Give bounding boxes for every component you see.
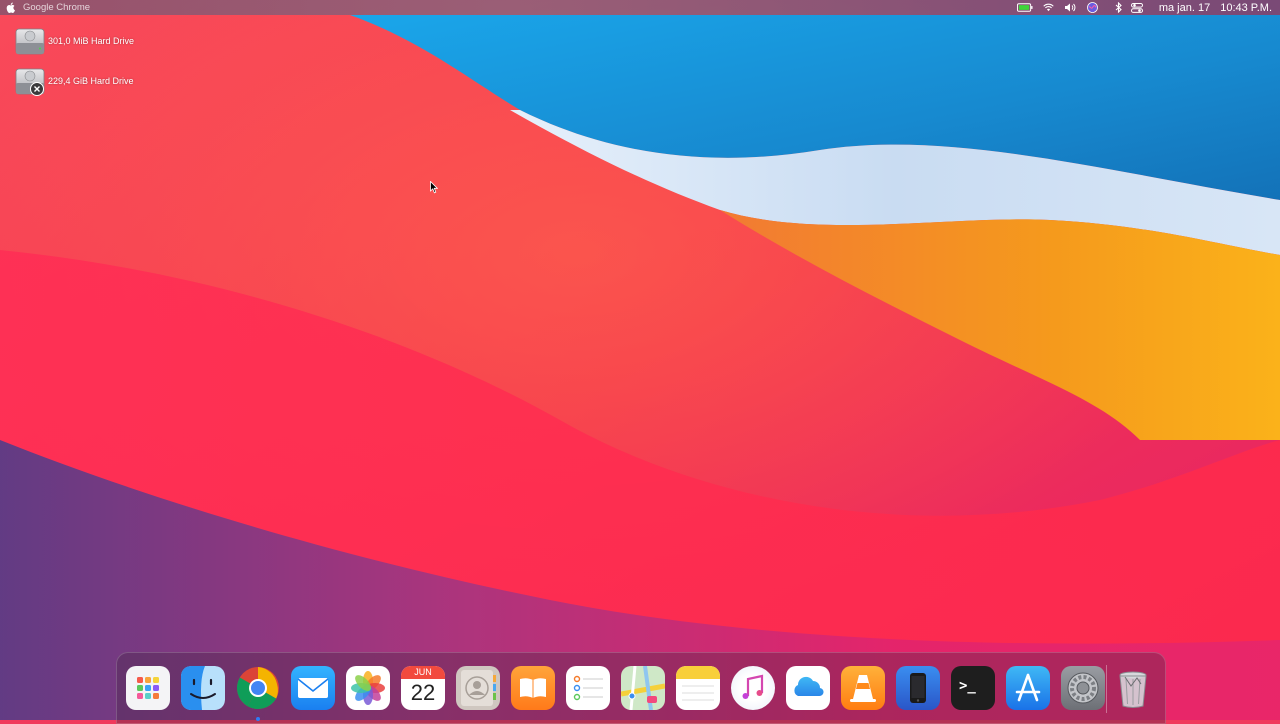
chrome-icon — [236, 667, 279, 710]
dock: JUN 22 >_ — [116, 652, 1166, 724]
dock-contacts[interactable] — [456, 666, 500, 710]
cloud-icon — [794, 676, 824, 697]
mail-icon — [297, 678, 329, 698]
menubar-date[interactable]: ma jan. 17 — [1159, 2, 1210, 14]
dock-photos[interactable] — [346, 666, 390, 710]
apple-menu-icon[interactable] — [3, 0, 19, 15]
phone-icon — [910, 673, 926, 703]
calendar-day: 22 — [410, 680, 436, 705]
dock-maps[interactable] — [621, 666, 665, 710]
terminal-prompt-icon: >_ — [959, 678, 976, 694]
desktop-item-hard-drive-1[interactable]: 301,0 MiB Hard Drive — [14, 25, 134, 57]
trash-icon — [1119, 671, 1147, 708]
maps-icon — [621, 666, 665, 710]
bluetooth-icon[interactable] — [1111, 0, 1127, 15]
menubar-clock[interactable]: 10:43 P.M. — [1220, 2, 1272, 14]
finder-icon — [181, 666, 225, 710]
dock-calendar[interactable]: JUN 22 — [401, 666, 445, 710]
app-store-icon — [1015, 673, 1041, 702]
gear-icon — [1067, 672, 1099, 704]
desktop-item-label: 229,4 GiB Hard Drive — [48, 76, 134, 86]
battery-icon[interactable] — [1016, 0, 1033, 15]
dock-trash[interactable] — [1111, 666, 1155, 710]
books-icon — [520, 678, 546, 698]
notes-icon — [676, 666, 720, 701]
dock-simulator[interactable] — [896, 666, 940, 710]
desktop-item-label: 301,0 MiB Hard Drive — [48, 36, 135, 46]
dock-separator — [1106, 665, 1107, 713]
running-indicator — [256, 717, 260, 721]
dock-google-chrome[interactable] — [236, 666, 280, 710]
dock-reminders[interactable] — [566, 666, 610, 710]
traffic-cone-icon — [850, 675, 876, 702]
music-note-icon — [742, 674, 764, 699]
desktop-item-hard-drive-2[interactable]: 229,4 GiB Hard Drive — [14, 65, 134, 97]
mouse-cursor-icon — [430, 180, 439, 199]
dock-itunes[interactable] — [731, 666, 775, 710]
active-app-name[interactable]: Google Chrome — [23, 2, 90, 13]
dock-mail[interactable] — [291, 666, 335, 710]
contacts-icon — [461, 670, 496, 706]
menu-bar: Google Chrome ma jan. 17 10:43 P.M. — [0, 0, 1280, 15]
hard-drive-eject-icon — [14, 65, 46, 97]
dock-app-store[interactable] — [1006, 666, 1050, 710]
dock-finder[interactable] — [181, 666, 225, 710]
dock-books[interactable] — [511, 666, 555, 710]
photos-icon — [351, 671, 385, 705]
dock-notes[interactable] — [676, 666, 720, 710]
desktop-wallpaper — [0, 0, 1280, 720]
calendar-month: JUN — [401, 666, 445, 679]
dock-launchpad[interactable] — [126, 666, 170, 710]
dock-vlc[interactable] — [841, 666, 885, 710]
dock-icloud[interactable] — [786, 666, 830, 710]
siri-icon[interactable] — [1085, 0, 1101, 15]
dock-system-preferences[interactable] — [1061, 666, 1105, 710]
launchpad-icon — [137, 677, 159, 699]
control-center-icon[interactable] — [1129, 0, 1145, 15]
dock-terminal[interactable]: >_ — [951, 666, 995, 710]
wifi-icon[interactable] — [1041, 0, 1057, 15]
reminders-icon — [573, 675, 603, 701]
volume-icon[interactable] — [1063, 0, 1079, 15]
hard-drive-icon — [14, 25, 46, 57]
